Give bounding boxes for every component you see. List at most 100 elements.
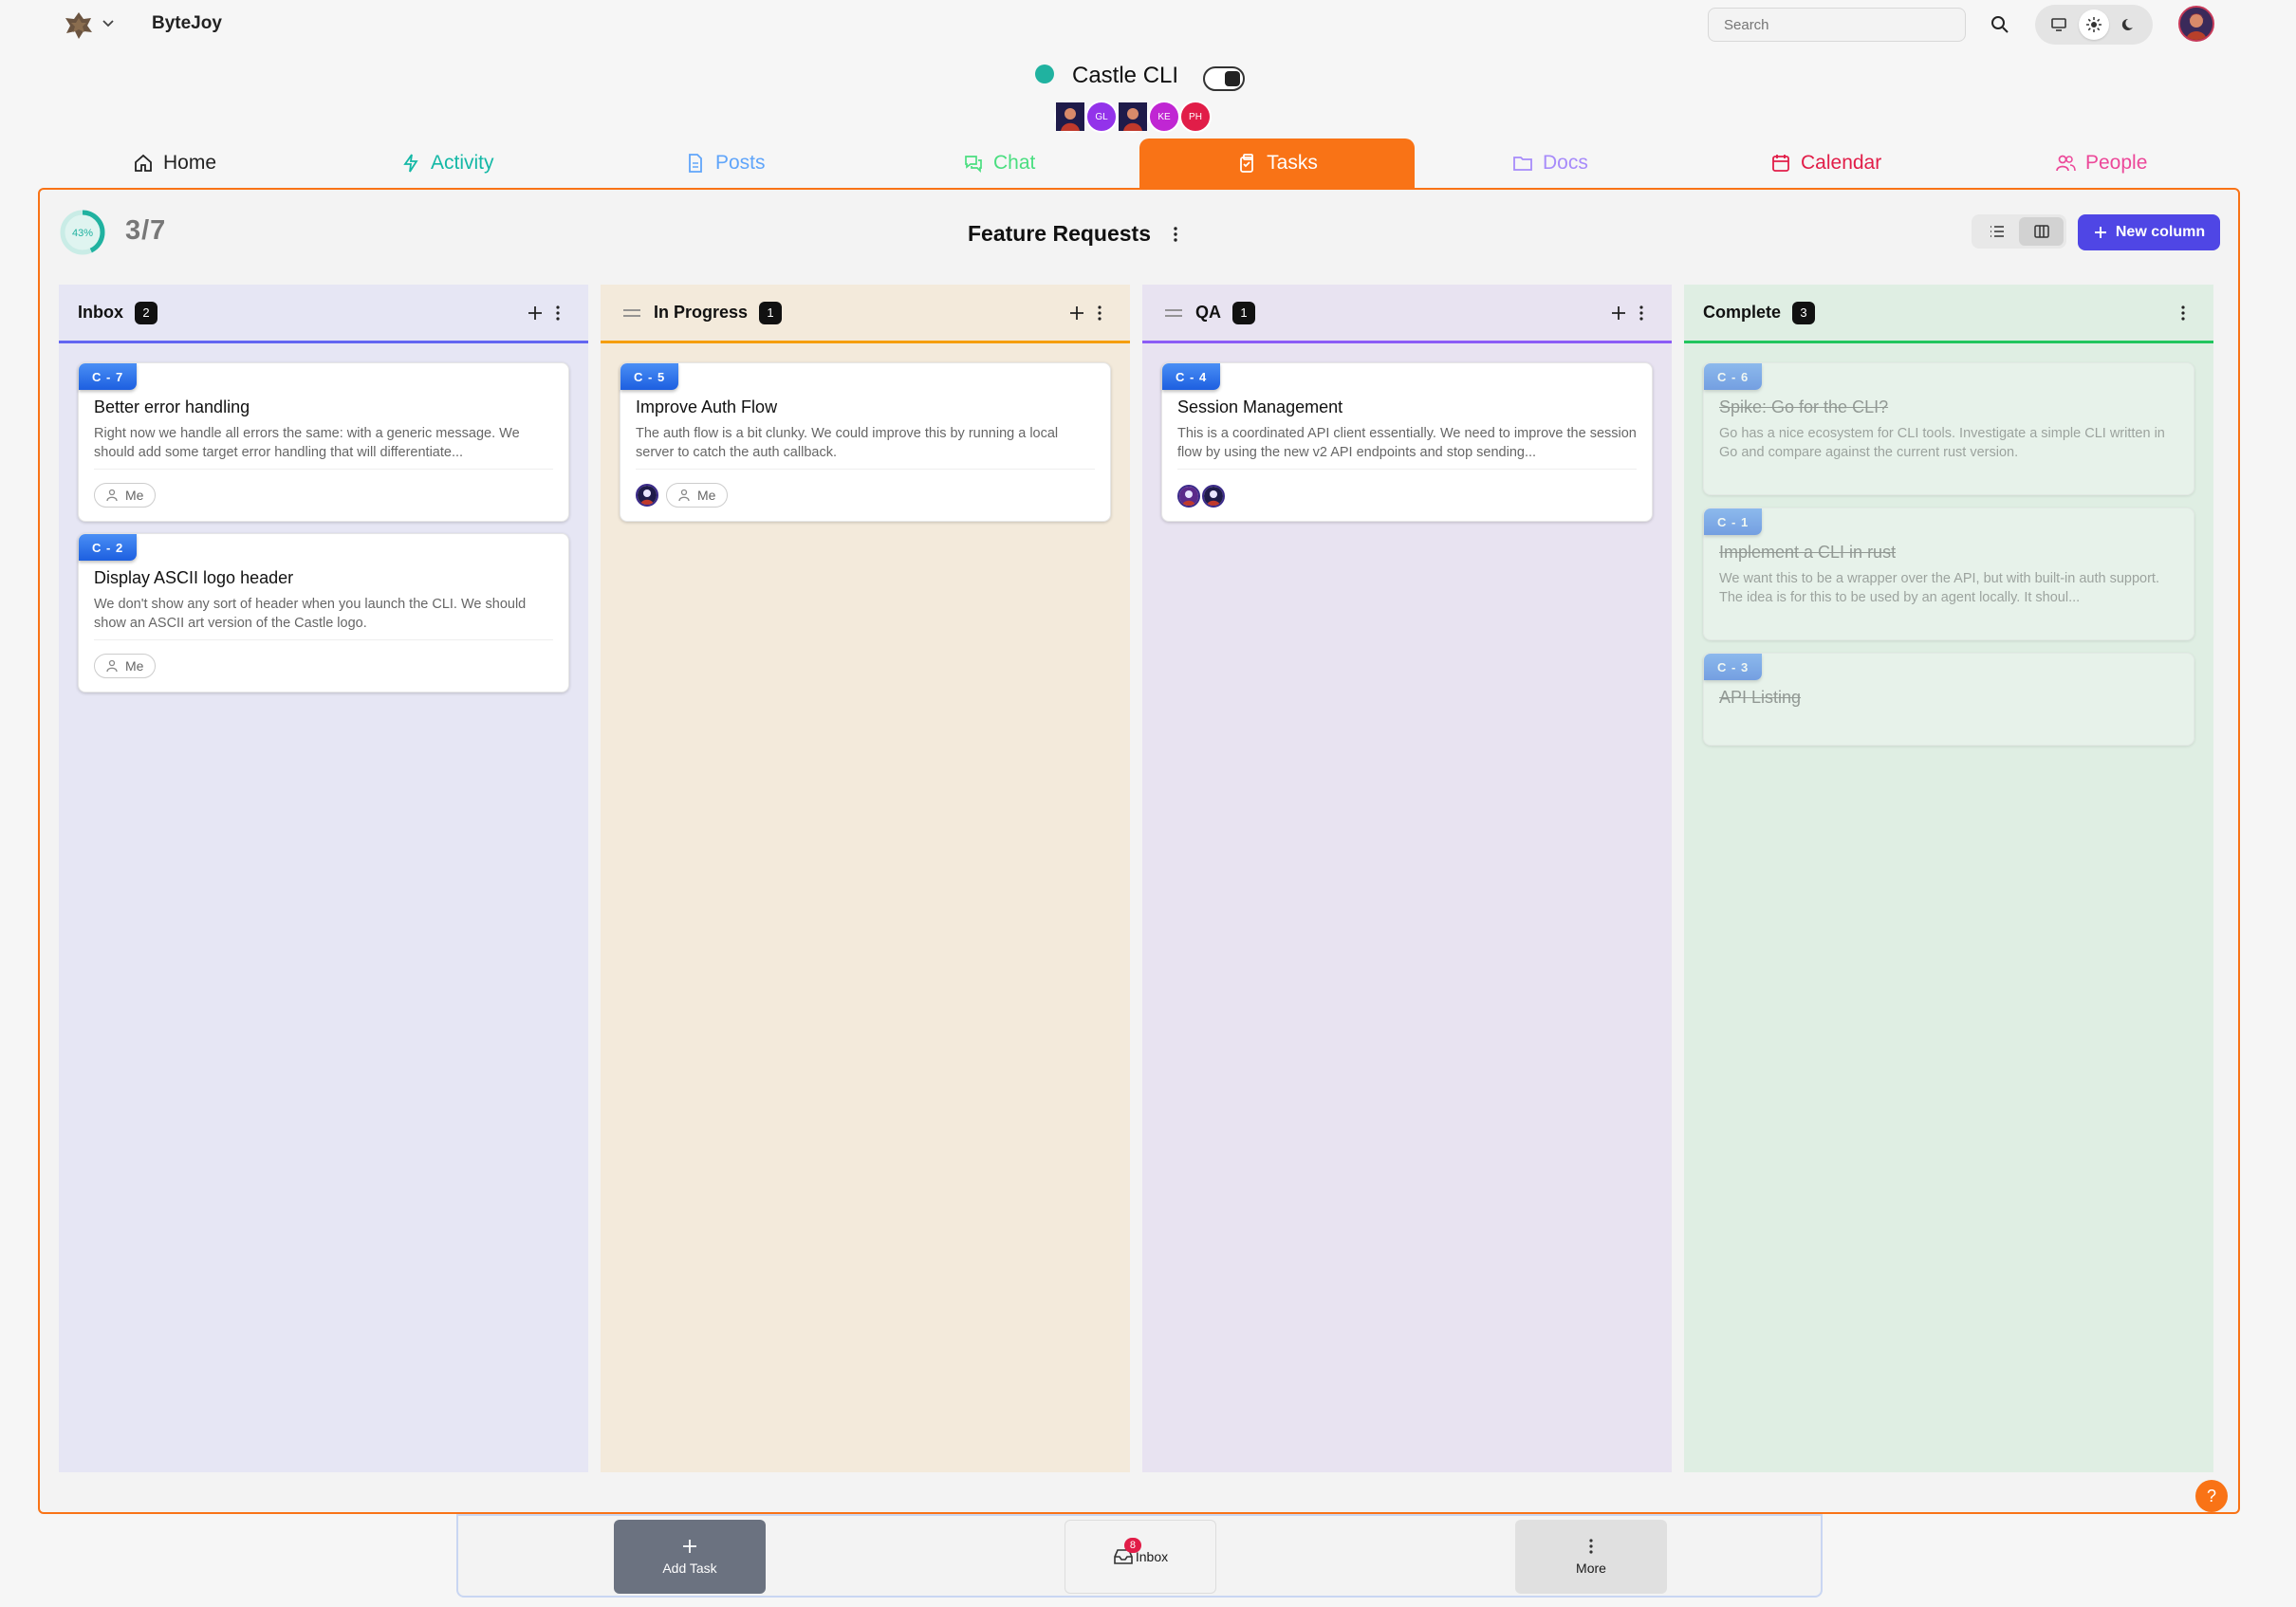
- task-title: Improve Auth Flow: [636, 397, 778, 416]
- inbox-badge: 8: [1123, 1538, 1141, 1553]
- moon-icon[interactable]: [2114, 9, 2144, 40]
- add-task-button[interactable]: Add Task: [614, 1520, 766, 1594]
- board-title-text: Feature Requests: [968, 221, 1152, 246]
- member-avatar[interactable]: PH: [1179, 101, 1212, 133]
- task-card[interactable]: C - 6 Spike: Go for the CLI? Go has a nice…: [1703, 362, 2194, 495]
- home-icon: [135, 154, 152, 172]
- new-column-button[interactable]: New column: [2078, 214, 2220, 250]
- column-count-badge: 1: [759, 301, 783, 324]
- column-count-badge: 2: [135, 301, 157, 324]
- sun-icon[interactable]: [2078, 9, 2109, 40]
- task-card[interactable]: C - 1 Implement a CLI in rust We want this…: [1703, 508, 2194, 640]
- tab-label: Tasks: [1267, 152, 1318, 174]
- column-in-progress: In Progress 1 C - 5 Improve Auth Flow The au…: [601, 285, 1130, 1472]
- add-card-icon[interactable]: [1609, 304, 1628, 323]
- column-complete: Complete 3 C - 6 Spike: Go for the CLI? Go h…: [1684, 285, 2213, 1472]
- column-name: In Progress: [654, 303, 749, 322]
- help-button[interactable]: ?: [2195, 1480, 2228, 1512]
- project-members[interactable]: GL KE PH: [1054, 101, 1212, 133]
- tab-activity[interactable]: Activity: [400, 139, 494, 188]
- user-plus-icon: [106, 659, 118, 673]
- tab-label: Calendar: [1801, 152, 1882, 174]
- assignee-avatar[interactable]: [1177, 485, 1200, 508]
- progress-ring: 43%: [60, 210, 105, 255]
- board-view-icon[interactable]: [2019, 217, 2064, 246]
- task-card[interactable]: C - 4 Session Management This is a coordin…: [1161, 362, 1653, 522]
- more-label: More: [1576, 1561, 1606, 1576]
- add-card-icon[interactable]: [526, 304, 545, 323]
- search-icon[interactable]: [1989, 13, 2011, 36]
- tab-people[interactable]: People: [2055, 139, 2147, 188]
- member-avatar[interactable]: GL: [1085, 101, 1118, 133]
- people-icon: [2056, 155, 2076, 172]
- tab-docs[interactable]: Docs: [1512, 139, 1588, 188]
- task-id-badge: C - 7: [79, 363, 138, 390]
- assignee-chip[interactable]: Me: [94, 483, 157, 508]
- tab-label: Posts: [715, 152, 766, 174]
- card-divider: [94, 469, 553, 470]
- assignee-chip[interactable]: Me: [666, 483, 729, 508]
- chevron-down-icon[interactable]: [101, 15, 116, 30]
- task-title: Better error handling: [94, 397, 250, 416]
- member-avatar[interactable]: KE: [1148, 101, 1180, 133]
- project-status-dot: [1035, 65, 1054, 83]
- task-card[interactable]: C - 3 API Listing: [1703, 653, 2194, 746]
- card-divider: [1177, 469, 1637, 470]
- plus-icon: [2094, 227, 2106, 238]
- card-divider: [636, 469, 1095, 470]
- tab-label: Home: [163, 152, 217, 174]
- member-avatar[interactable]: [1054, 101, 1086, 133]
- tab-tasks[interactable]: Tasks: [1139, 139, 1415, 188]
- list-view-icon[interactable]: [1974, 217, 2019, 246]
- tab-label: Chat: [993, 152, 1036, 174]
- workspace-name[interactable]: ByteJoy: [152, 13, 222, 34]
- inbox-button[interactable]: 8 Inbox: [1065, 1520, 1216, 1594]
- view-toggle: [1972, 214, 2066, 249]
- task-card[interactable]: C - 7 Better error handling Right now we h…: [78, 362, 569, 522]
- column-menu-icon[interactable]: [2174, 304, 2193, 323]
- tab-home[interactable]: Home: [133, 139, 216, 188]
- drag-handle-icon[interactable]: [621, 306, 642, 320]
- document-icon: [689, 154, 702, 173]
- more-button[interactable]: More: [1515, 1520, 1667, 1594]
- tab-label: Activity: [431, 152, 494, 174]
- chat-icon: [965, 156, 982, 174]
- task-description: We don't show any sort of header when yo…: [94, 597, 527, 631]
- folder-icon: [1513, 157, 1532, 171]
- column-name: QA: [1195, 303, 1221, 322]
- avatar-image-icon: [1056, 102, 1084, 131]
- member-avatar[interactable]: [1117, 101, 1149, 133]
- task-card[interactable]: C - 2 Display ASCII logo header We don't s…: [78, 533, 569, 693]
- column-qa: QA 1 C - 4 Session Management This is a coor…: [1142, 285, 1672, 1472]
- task-title: Implement a CLI in rust: [1719, 543, 1897, 562]
- task-card[interactable]: C - 5 Improve Auth Flow The auth flow is a…: [620, 362, 1111, 522]
- tab-calendar[interactable]: Calendar: [1770, 139, 1881, 188]
- user-avatar[interactable]: [2178, 6, 2214, 42]
- column-menu-icon[interactable]: [548, 304, 567, 323]
- search-input[interactable]: [1708, 8, 1966, 42]
- task-id-badge: C - 3: [1704, 654, 1763, 680]
- assignee-avatar[interactable]: [1202, 485, 1225, 508]
- plus-icon: [683, 1540, 696, 1553]
- project-toggle[interactable]: [1203, 66, 1245, 91]
- assignee-chip[interactable]: Me: [94, 654, 157, 678]
- drag-handle-icon[interactable]: [1163, 306, 1184, 320]
- project-title: Castle CLI: [1072, 63, 1179, 88]
- column-name: Complete: [1703, 303, 1782, 322]
- column-menu-icon[interactable]: [1090, 304, 1109, 323]
- board-title: Feature Requests: [968, 221, 1185, 247]
- workspace-logo-icon[interactable]: [63, 9, 95, 42]
- lightning-icon: [403, 154, 418, 173]
- column-menu-icon[interactable]: [1632, 304, 1651, 323]
- card-meta: Me: [94, 654, 157, 678]
- add-card-icon[interactable]: [1067, 304, 1086, 323]
- project-tabs: Home Activity Posts Chat Tasks Docs Cale…: [38, 139, 2239, 188]
- board-menu-icon[interactable]: [1166, 225, 1185, 244]
- progress-percent: 43%: [72, 228, 93, 239]
- tab-posts[interactable]: Posts: [685, 139, 766, 188]
- monitor-icon[interactable]: [2044, 9, 2074, 40]
- tab-chat[interactable]: Chat: [963, 139, 1035, 188]
- assignee-avatar[interactable]: [636, 484, 658, 507]
- card-meta: [1177, 485, 1225, 508]
- task-id-badge: C - 1: [1704, 508, 1763, 535]
